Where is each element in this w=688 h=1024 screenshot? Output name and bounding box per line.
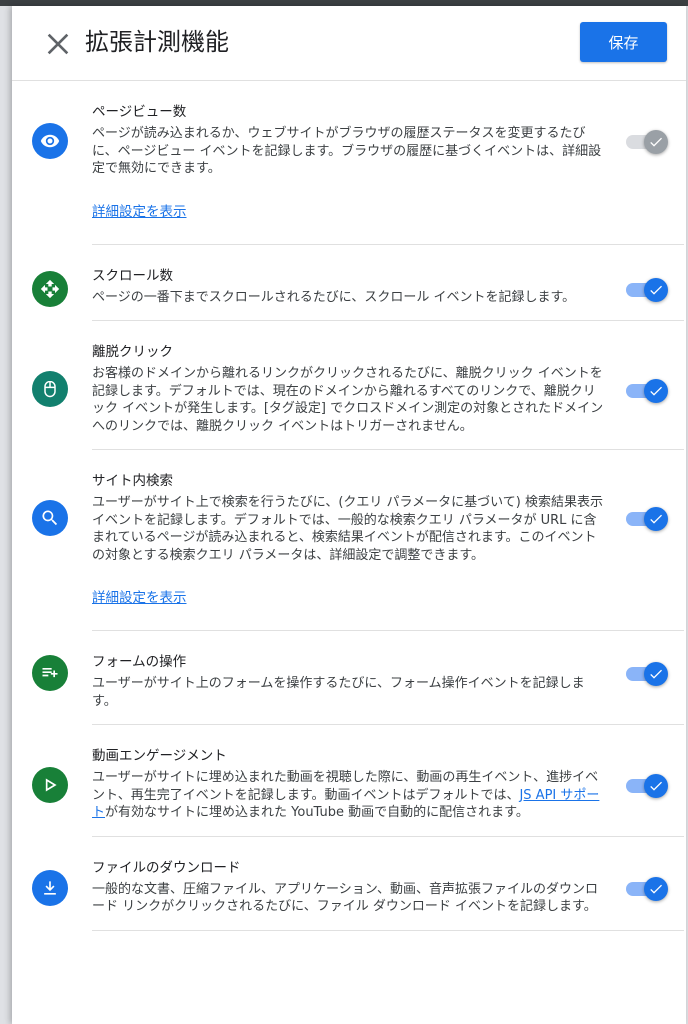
video-icon-badge xyxy=(32,767,68,803)
site-search-toggle[interactable] xyxy=(624,506,668,531)
item-title: ページビュー数 xyxy=(92,104,187,120)
outbound-clicks-toggle[interactable] xyxy=(624,378,668,403)
download-icon xyxy=(44,880,56,895)
mouse-icon xyxy=(44,380,56,398)
check-icon xyxy=(650,285,662,295)
play-icon xyxy=(45,778,57,792)
item-title: サイト内検索 xyxy=(92,473,173,489)
toggle-knob xyxy=(644,876,668,901)
list-item-page-views: ページビュー数 ページが読み込まれるか、ウェブサイトがブラウザの履歴ステータスを… xyxy=(12,81,686,245)
save-button[interactable]: 保存 xyxy=(580,22,667,62)
form-interaction-icon-badge xyxy=(32,655,68,691)
item-title: フォームの操作 xyxy=(92,654,187,670)
check-icon xyxy=(650,514,662,524)
item-description: お客様のドメインから離れるリンクがクリックされるたびに、離脱クリック イベントを… xyxy=(92,366,604,434)
download-icon-badge xyxy=(32,869,68,906)
list-item-scrolls: スクロール数 ページの一番下までスクロールされるたびに、スクロール イベントを記… xyxy=(12,245,686,321)
page-view-icon-badge xyxy=(32,123,68,159)
toggle-knob xyxy=(644,379,668,403)
item-title: 離脱クリック xyxy=(92,344,173,360)
show-advanced-settings-link[interactable]: 詳細設定を表示 xyxy=(92,200,187,220)
list-item-site-search: サイト内検索 ユーザーがサイト上で検索を行うたびに、(クエリ パラメータに基づい… xyxy=(12,450,686,631)
item-description: ページが読み込まれるか、ウェブサイトがブラウザの履歴ステータスを変更するたびに、… xyxy=(92,126,602,176)
check-icon xyxy=(650,137,662,147)
item-description: ユーザーがサイト上で検索を行うたびに、(クエリ パラメータに基づいて) 検索結果… xyxy=(92,495,603,563)
enhanced-measurement-panel: 拡張計測機能 保存 ページビュー数 ページが読み込まれるか、ウェブサイトがブラウ… xyxy=(12,6,686,1024)
scroll-arrows-icon xyxy=(40,279,60,298)
close-icon xyxy=(47,33,69,55)
item-title: スクロール数 xyxy=(92,267,173,284)
list-item-form-interactions: フォームの操作 ユーザーがサイト上のフォームを操作するたびに、フォーム操作イベン… xyxy=(12,631,686,725)
search-icon xyxy=(42,510,58,526)
check-icon xyxy=(650,884,662,894)
check-icon xyxy=(650,386,662,396)
check-icon xyxy=(650,781,662,791)
item-title: 動画エンゲージメント xyxy=(92,748,227,764)
file-downloads-toggle[interactable] xyxy=(624,876,668,901)
list-item-video-engagement: 動画エンゲージメント ユーザーがサイトに埋め込まれた動画を視聴した際に、動画の再… xyxy=(12,725,686,837)
site-search-icon-badge xyxy=(32,500,68,536)
toggle-knob xyxy=(644,277,668,302)
item-description: ページの一番下までスクロールされるたびに、スクロール イベントを記録します。 xyxy=(92,289,576,305)
video-engagement-toggle[interactable] xyxy=(624,773,668,798)
scroll-icon-badge xyxy=(32,270,68,307)
list-item-file-downloads: ファイルのダウンロード 一般的な文書、圧縮ファイル、アプリケーション、動画、音声… xyxy=(12,837,686,931)
toggle-knob xyxy=(644,130,668,154)
item-title: ファイルのダウンロード xyxy=(92,859,241,876)
show-advanced-settings-link[interactable]: 詳細設定を表示 xyxy=(92,586,187,606)
item-description: 一般的な文書、圧縮ファイル、アプリケーション、動画、音声拡張ファイルのダウンロー… xyxy=(92,881,598,915)
item-description: ユーザーがサイトに埋め込まれた動画を視聴した際に、動画の再生イベント、進捗イベン… xyxy=(92,769,608,822)
panel-header: 拡張計測機能 保存 xyxy=(12,6,686,81)
form-interactions-toggle[interactable] xyxy=(624,661,668,686)
toggle-knob xyxy=(644,774,668,798)
eye-icon xyxy=(40,134,60,148)
toggle-knob xyxy=(644,662,668,686)
item-description: ユーザーがサイト上のフォームを操作するたびに、フォーム操作イベントを記録します。 xyxy=(92,676,585,709)
page-views-toggle[interactable] xyxy=(624,129,668,154)
panel-title: 拡張計測機能 xyxy=(85,28,229,56)
measurement-list: ページビュー数 ページが読み込まれるか、ウェブサイトがブラウザの履歴ステータスを… xyxy=(12,81,686,931)
toggle-knob xyxy=(644,507,668,531)
close-button[interactable] xyxy=(42,28,74,60)
outbound-click-icon-badge xyxy=(32,371,68,407)
scrolls-toggle[interactable] xyxy=(624,277,668,302)
list-item-outbound-clicks: 離脱クリック お客様のドメインから離れるリンクがクリックされるたびに、離脱クリッ… xyxy=(12,321,686,450)
description-text: が有効なサイトに埋め込まれた YouTube 動画で自動的に配信されます。 xyxy=(105,805,529,820)
check-icon xyxy=(650,669,662,679)
playlist-add-icon xyxy=(42,668,58,678)
